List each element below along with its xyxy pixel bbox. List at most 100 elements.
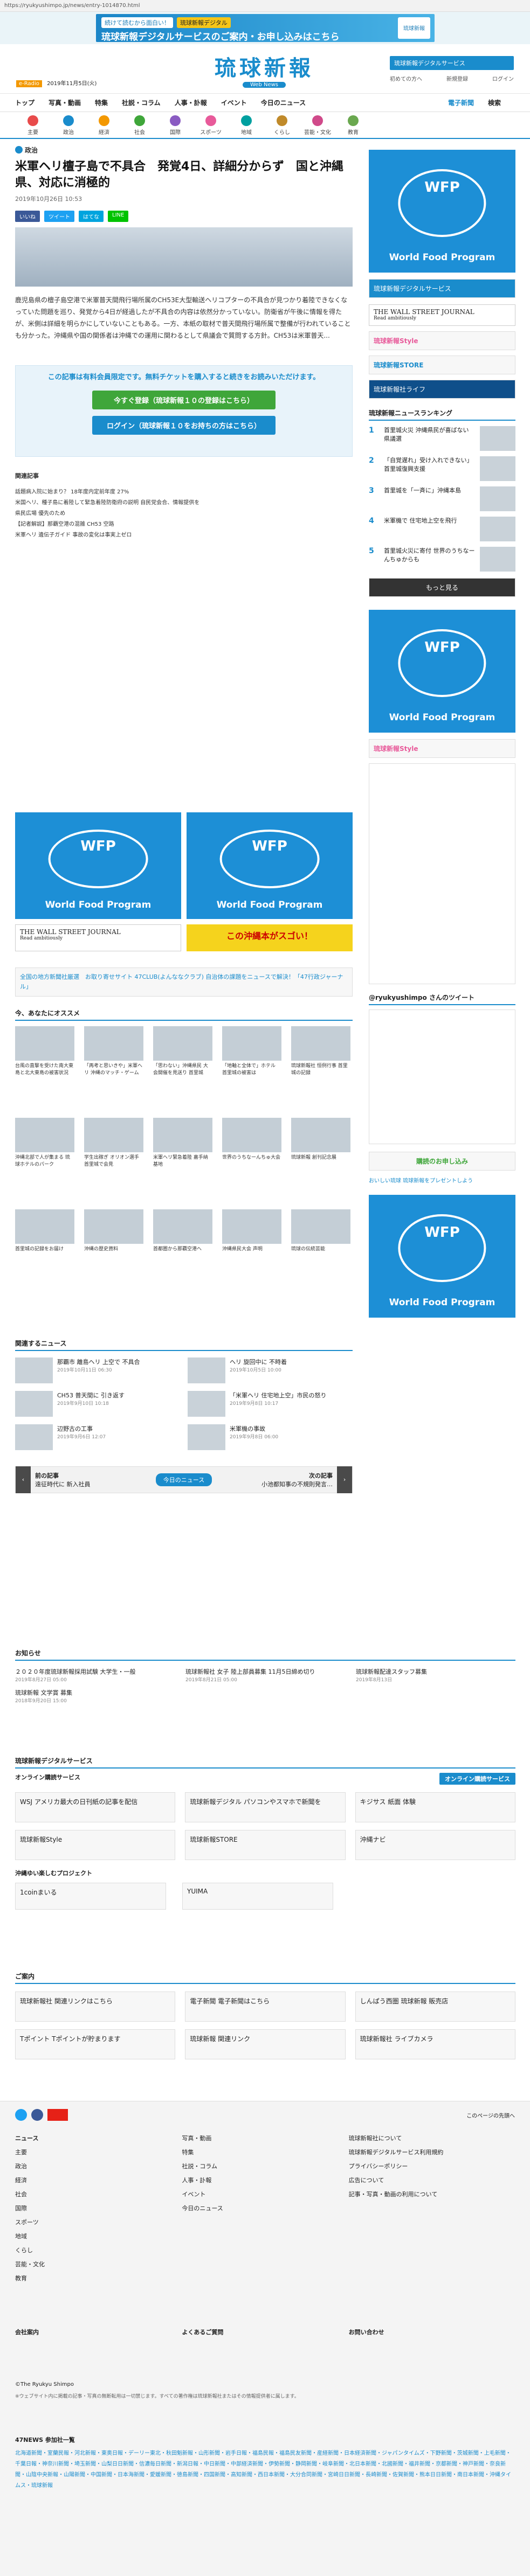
twitter-timeline[interactable] [369,1009,515,1144]
facebook-icon[interactable] [31,2109,43,2121]
recommend-card[interactable]: 学生出稼ぎ オリオン選手 首里城で会見 [84,1118,143,1168]
register-link[interactable]: 新規登録 [446,74,468,82]
related-link[interactable]: 県民広場 優先のため [15,509,353,519]
more-ranking-button[interactable]: もっと見る [369,578,515,597]
cat-education[interactable]: 教育 [335,112,371,138]
notice-item[interactable]: 琉球新報 文学賞 募集 2018年9月20日 15:00 [15,1688,175,1704]
guide-item[interactable]: Tポイント Tポイントが貯まります [15,2029,176,2059]
next-arrow-icon[interactable]: › [337,1466,353,1493]
digital-item[interactable]: 琉球新報Style [15,1830,176,1860]
prev-arrow-icon[interactable]: ‹ [16,1466,31,1493]
digital-banner[interactable]: 琉球新報デジタルサービス [369,279,515,298]
twitter-icon[interactable] [15,2109,27,2121]
related-link[interactable]: 米国ヘリ、種子島に着陸して緊急着陸防衛府の説明 自民党会合、情報提供を [15,498,353,509]
gnav-event[interactable]: イベント [221,98,247,107]
digital-item[interactable]: 沖縄ナビ [355,1830,515,1860]
first-time-link[interactable]: 初めての方へ [390,74,422,82]
wfp-ad[interactable]: WFP World Food Program [187,812,353,919]
prev-article[interactable]: 前の記事 遠征時代に 新入社員 [31,1471,156,1488]
news-item[interactable]: 辺野古の工事 2019年9月6日 12:07 [15,1424,180,1450]
online-more-button[interactable]: オンライン購読サービス [439,1773,515,1785]
notice-item[interactable]: ２０２０年度琉球新報採用試験 大学生・一般 2019年8月27日 05:00 [15,1667,175,1683]
next-article[interactable]: 次の記事 小池都知事の不規則発言… [212,1471,337,1488]
okinawa-book-ad[interactable]: この沖縄本がスゴい！ [187,924,353,951]
wfp-ad[interactable]: WFP World Food Program [369,150,515,273]
yui-item[interactable]: 1coinまいる [15,1883,166,1910]
cat-sports[interactable]: スポーツ [193,112,229,138]
yui-item[interactable]: YUIMA [182,1883,333,1910]
cat-region[interactable]: 地域 [229,112,264,138]
url-bar[interactable]: https://ryukyushimpo.jp/news/entry-10148… [0,0,530,12]
gnav-today[interactable]: 今日のニュース [261,98,306,107]
recommend-card[interactable]: 世界のうちなーんちゅ大会 [222,1118,281,1161]
gnav-photo[interactable]: 写真・動画 [49,98,81,107]
ranking-item[interactable]: 2 「自覚遅れ」受け入れできない」 首里城復興支援 [369,456,515,481]
recommend-card[interactable]: 沖縄県民大会 声明 [222,1209,281,1253]
article-category[interactable]: 政治 [15,145,353,155]
gnav-column[interactable]: 社説・コラム [122,98,161,107]
line-button[interactable]: LINE [108,211,129,222]
digital-item[interactable]: 琉球新報STORE [185,1830,346,1860]
cat-world[interactable]: 国際 [157,112,193,138]
login-link[interactable]: ログイン [492,74,514,82]
notice-item[interactable]: 琉球新報社 女子 陸上部員募集 11月5日締め切り 2019年8月21日 05:0… [185,1667,345,1683]
recommend-card[interactable]: 「地軸と全体で」ホテル 首里城の被害は [222,1026,281,1077]
recommend-card[interactable]: 「再考と思いきや」米軍へリ 沖縄のマッチ・ゲーム [84,1026,143,1077]
digital-item[interactable]: WSJ アメリカ最大の日刊紙の記事を配信 [15,1792,176,1822]
tweet-button[interactable]: ツイート [44,211,74,222]
store-banner[interactable]: 琉球新報STORE [369,356,515,374]
wsj-ad[interactable]: THE WALL STREET JOURNAL Read ambitiously [369,304,515,326]
cat-economy[interactable]: 経済 [86,112,122,138]
style-news-heading[interactable]: 琉球新報Style [369,739,515,758]
news-item[interactable]: 米軍機の事故 2019年9月8日 06:00 [188,1424,353,1450]
ranking-item[interactable]: 3 首里城を「一斉に」沖縄本島 [369,486,515,511]
top-banner[interactable]: 続けて読むから面白い！ 琉球新報デジタル 琉球新報デジタルサービスのご案内・お申… [96,14,435,43]
related-link[interactable]: 【記者解説】那覇空港の混雑 CH53 空路 [15,519,353,530]
campaign-banner[interactable]: 全国の地方新聞社厳選 お取り寄せサイト 47CLUB(よんななクラブ) 自治体の… [15,967,353,997]
facebook-like-button[interactable]: いいね [15,211,40,222]
wfp-ad[interactable]: WFP World Food Program [369,1195,515,1318]
hatena-button[interactable]: はてな [79,211,104,222]
digital-item[interactable]: 琉球新報デジタル パソコンやスマホで新聞を [185,1792,346,1822]
wfp-ad[interactable]: WFP World Food Program [15,812,181,919]
gift-link[interactable]: おいしい琉球 琉球新報をプレゼントしよう [369,1176,515,1184]
related-link[interactable]: 米軍ヘリ 遺伝子ガイド 事故の変化は事実上ゼロ [15,530,353,541]
cat-politics[interactable]: 政治 [51,112,86,138]
recommend-card[interactable]: 琉球の伝統芸能 [291,1209,350,1253]
recommend-card[interactable]: 沖縄北部で人が集まる 琉球ホテルのパーク [15,1118,74,1168]
recommend-card[interactable]: 「思わない」沖縄県民 大会開催を見送り 首里城 [153,1026,212,1077]
guide-item[interactable]: しんぱう西圏 琉球新報 販売店 [355,1992,515,2022]
news-item[interactable]: 那覇市 離島ヘリ 上空で 不具合 2019年10月11日 06:30 [15,1357,180,1383]
ranking-item[interactable]: 4 米軍機で 住宅地上空を飛行 [369,517,515,541]
related-link[interactable]: 話題病入院に始まり？ 18年度内定前年度 27% [15,487,353,498]
cat-culture[interactable]: 芸能・文化 [300,112,335,138]
login-button[interactable]: ログイン（琉球新報１０をお持ちの方はこちら） [92,416,276,435]
gnav-personnel[interactable]: 人事・訃報 [175,98,207,107]
notice-item[interactable]: 琉球新報配達スタッフ募集 2019年8月13日 [356,1667,515,1683]
wfp-ad[interactable]: WFP World Food Program [369,610,515,733]
guide-item[interactable]: 琉球新報社 ライブカメラ [355,2029,515,2059]
recommend-card[interactable]: 琉球新報 創刊記念展 [291,1118,350,1161]
news-item[interactable]: 「米軍ヘリ 住宅地上空」市民の怒り 2019年9月8日 10:17 [188,1391,353,1417]
style-banner[interactable]: 琉球新報Style [369,331,515,350]
recommend-card[interactable]: 首都圏から那覇空港へ [153,1209,212,1253]
recommend-card[interactable]: 琉球新報社 恒例行事 首里城の記録 [291,1026,350,1077]
guide-item[interactable]: 琉球新報 関連リンク [185,2029,346,2059]
wsj-ad[interactable]: THE WALL STREET JOURNAL Read ambitiously [15,924,181,951]
news-item[interactable]: CH53 普天間に 引き返す 2019年9月10日 10:18 [15,1391,180,1417]
recommend-card[interactable]: 首里城の記録をお届け [15,1209,74,1253]
cat-main[interactable]: 主要 [15,112,51,138]
recommend-card[interactable]: 沖縄の歴史資料 [84,1209,143,1253]
news-item[interactable]: ヘリ 旋回中に 不時着 2019年10月5日 10:00 [188,1357,353,1383]
recommend-card[interactable]: 米軍ヘリ緊急着陸 嘉手納基地 [153,1118,212,1168]
ranking-item[interactable]: 1 首里城火災 沖縄県民が喜ばない 県議選 [369,426,515,451]
live-camera-banner[interactable]: 琉球新報社ライフ [369,380,515,399]
cat-life[interactable]: くらし [264,112,300,138]
guide-item[interactable]: 電子新聞 電子新聞はこちら [185,1992,346,2022]
gnav-search[interactable]: 検索 [488,98,501,107]
youtube-icon[interactable] [47,2109,68,2121]
register-now-button[interactable]: 今すぐ登録（琉球新報１０の登録はこちら） [92,391,276,409]
subscribe-button[interactable]: 購読のお申し込み [369,1152,515,1171]
gnav-top[interactable]: トップ [15,98,35,107]
page-top-link[interactable]: このページの先頭へ [466,2111,515,2119]
